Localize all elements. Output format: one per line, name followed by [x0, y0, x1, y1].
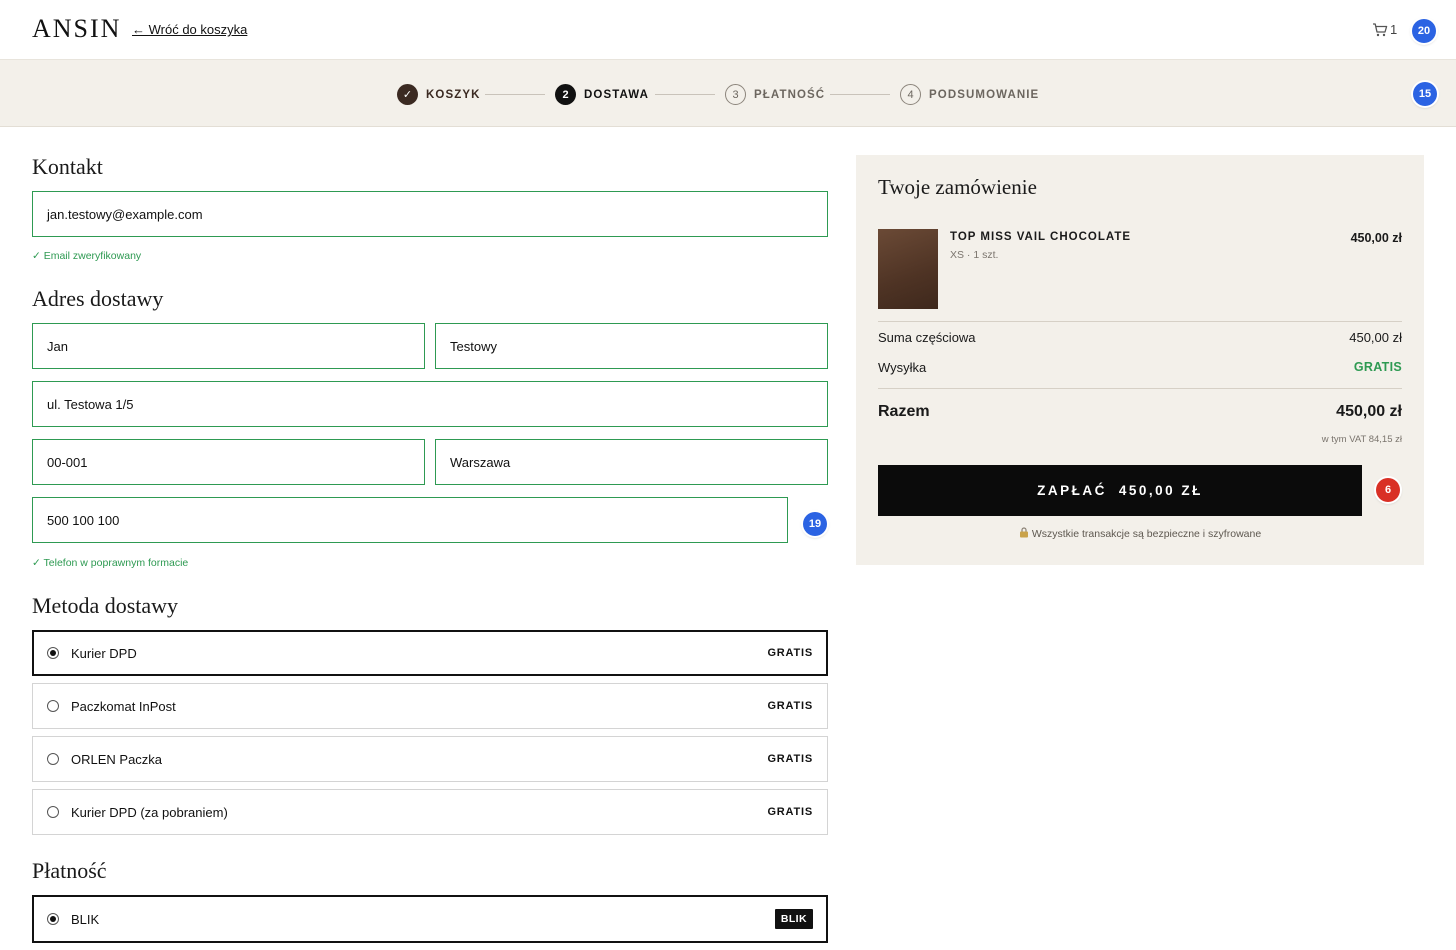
radio-button[interactable]: [47, 913, 59, 925]
secure-note-text: Wszystkie transakcje są bezpieczne i szy…: [1031, 528, 1262, 540]
product-name: TOP MISS VAIL CHOCOLATE: [950, 231, 1132, 243]
step-label: KOSZYK: [426, 88, 481, 101]
shipping-option-orlen[interactable]: ORLEN Paczka GRATIS: [32, 736, 828, 782]
divider: [878, 388, 1402, 389]
shipping-option-dpd[interactable]: Kurier DPD GRATIS: [32, 630, 828, 676]
top-header: ANSIN ← Wróć do koszyka 1 20: [0, 0, 1456, 59]
subtotal-value: 450,00 zł: [1349, 330, 1402, 345]
checkout-steps: ✓ KOSZYK 2 DOSTAWA 3 PŁATNOŚĆ 4 PODSUMOW…: [0, 59, 1456, 127]
step-payment: 3 PŁATNOŚĆ: [725, 84, 825, 105]
back-to-cart-link[interactable]: ← Wróć do koszyka: [132, 22, 247, 37]
shipping-row: Wysyłka GRATIS: [878, 360, 1402, 375]
step-label: DOSTAWA: [584, 88, 649, 101]
step-connector: [485, 94, 545, 95]
lock-icon: [1019, 527, 1029, 541]
step-label: PŁATNOŚĆ: [754, 88, 826, 101]
total-value: 450,00 zł: [1336, 403, 1402, 420]
pay-button-label: ZAPŁAĆ: [1037, 483, 1107, 498]
address-heading: Adres dostawy: [32, 286, 164, 311]
phone-valid-message: ✓ Telefon w poprawnym formacie: [32, 557, 189, 569]
step-connector: [655, 94, 715, 95]
shipping-option-name: Kurier DPD (za pobraniem): [71, 804, 228, 820]
step-shipping: 2 DOSTAWA: [555, 84, 649, 105]
cart-count: 1: [1390, 22, 1398, 37]
shipping-label: Wysyłka: [878, 360, 927, 375]
step-number: 3: [725, 84, 746, 105]
step-cart[interactable]: ✓ KOSZYK: [397, 84, 481, 105]
annotation-badge: 20: [1412, 19, 1436, 43]
subtotal-label: Suma częściowa: [878, 330, 976, 345]
annotation-badge: 6: [1376, 478, 1400, 502]
shipping-option-price: GRATIS: [767, 700, 813, 712]
shipping-value: GRATIS: [1353, 360, 1402, 374]
shipping-option-name: Paczkomat InPost: [71, 698, 176, 714]
city-field[interactable]: Warszawa: [435, 439, 828, 485]
total-label: Razem: [878, 403, 930, 420]
email-field[interactable]: jan.testowy@example.com: [32, 191, 828, 237]
pay-button[interactable]: ZAPŁAĆ 450,00 ZŁ: [878, 465, 1362, 516]
order-summary: Twoje zamówienie TOP MISS VAIL CHOCOLATE…: [856, 155, 1424, 565]
shipping-heading: Metoda dostawy: [32, 593, 179, 618]
shipping-option-dpd-cod[interactable]: Kurier DPD (za pobraniem) GRATIS: [32, 789, 828, 835]
radio-button[interactable]: [47, 806, 59, 818]
street-field[interactable]: ul. Testowa 1/5: [32, 381, 828, 427]
email-valid-message: ✓ Email zweryfikowany: [32, 250, 142, 262]
step-number: 4: [900, 84, 921, 105]
payment-option-blik[interactable]: BLIK BLIK: [32, 895, 828, 943]
brand-logo[interactable]: ANSIN: [32, 14, 121, 44]
subtotal-row: Suma częściowa 450,00 zł: [878, 330, 1402, 345]
summary-title: Twoje zamówienie: [878, 175, 1037, 199]
step-summary: 4 PODSUMOWANIE: [900, 84, 1039, 105]
step-number: 2: [555, 84, 576, 105]
cart-button[interactable]: 1: [1372, 22, 1397, 37]
product-price: 450,00 zł: [1350, 231, 1402, 245]
shipping-option-price: GRATIS: [767, 647, 813, 659]
pay-button-amount: 450,00 ZŁ: [1118, 483, 1203, 498]
radio-button[interactable]: [47, 647, 59, 659]
annotation-badge: 19: [803, 512, 827, 536]
first-name-field[interactable]: Jan: [32, 323, 425, 369]
vat-note: w tym VAT 84,15 zł: [1321, 434, 1402, 445]
phone-field[interactable]: 500 100 100: [32, 497, 788, 543]
payment-option-name: BLIK: [71, 911, 100, 927]
shipping-option-price: GRATIS: [767, 753, 813, 765]
blik-logo: BLIK: [774, 909, 813, 929]
cart-icon: [1372, 22, 1388, 37]
shipping-option-inpost[interactable]: Paczkomat InPost GRATIS: [32, 683, 828, 729]
shipping-option-price: GRATIS: [767, 806, 813, 818]
secure-note: Wszystkie transakcje są bezpieczne i szy…: [856, 527, 1424, 541]
product-meta: XS · 1 szt.: [950, 249, 999, 261]
shipping-option-name: ORLEN Paczka: [71, 751, 163, 767]
total-row: Razem 450,00 zł: [878, 403, 1402, 421]
check-icon: ✓: [397, 84, 418, 105]
shipping-option-name: Kurier DPD: [71, 645, 137, 661]
postal-code-field[interactable]: 00-001: [32, 439, 425, 485]
annotation-badge: 15: [1413, 82, 1437, 106]
last-name-field[interactable]: Testowy: [435, 323, 828, 369]
step-label: PODSUMOWANIE: [929, 88, 1040, 101]
product-image: [878, 229, 938, 309]
step-connector: [830, 94, 890, 95]
contact-heading: Kontakt: [32, 154, 103, 179]
radio-button[interactable]: [47, 700, 59, 712]
divider: [878, 321, 1402, 322]
radio-button[interactable]: [47, 753, 59, 765]
payment-heading: Płatność: [32, 858, 107, 883]
